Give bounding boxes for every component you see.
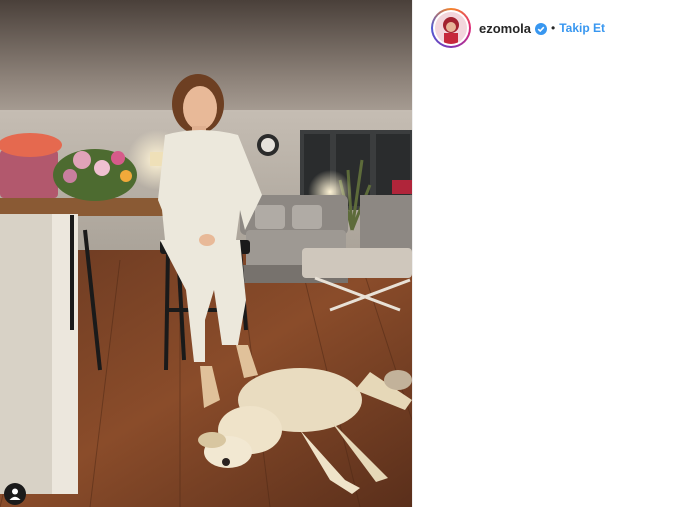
post-window: ezomola • Takip Et [0, 0, 700, 507]
post-header: ezomola • Takip Et [431, 8, 605, 48]
avatar-story-ring[interactable] [431, 8, 471, 48]
header-separator: • [551, 21, 556, 35]
post-photo-image [0, 0, 412, 507]
user-tag-glyph [9, 488, 21, 500]
follow-button[interactable]: Takip Et [559, 21, 605, 35]
avatar-image [435, 12, 467, 44]
user-tag-icon[interactable] [4, 483, 26, 505]
avatar[interactable] [435, 12, 467, 44]
post-photo[interactable] [0, 0, 412, 507]
username-link[interactable]: ezomola [479, 21, 531, 36]
post-side-panel: ezomola • Takip Et [413, 0, 700, 507]
avatar-inner [433, 10, 469, 46]
verified-badge-icon [535, 22, 548, 35]
